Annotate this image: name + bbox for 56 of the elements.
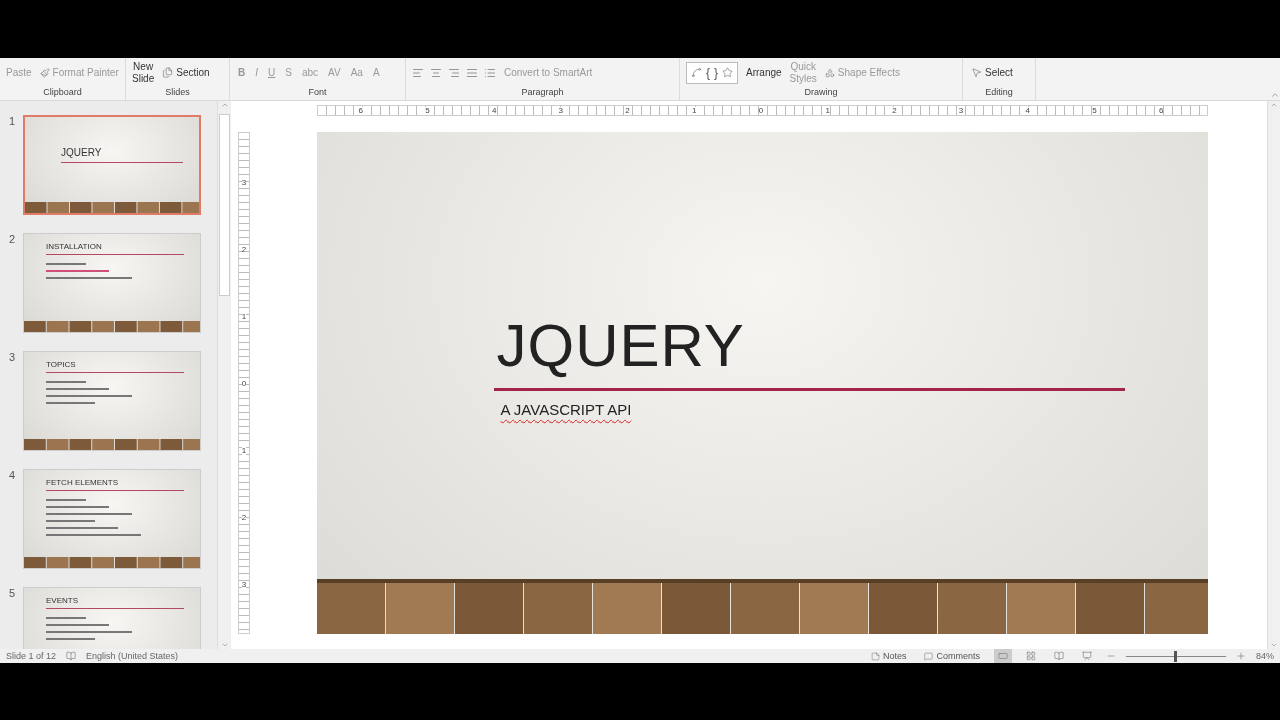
group-label: Clipboard: [42, 87, 83, 99]
group-label: Drawing: [803, 87, 839, 99]
group-label: Font: [307, 87, 328, 99]
zoom-level[interactable]: 84%: [1256, 651, 1274, 661]
slide-number: 2: [9, 233, 17, 247]
scrollbar-thumb[interactable]: [219, 114, 230, 296]
scroll-down-icon: [1270, 641, 1278, 649]
book-icon: [1054, 651, 1064, 661]
horizontal-ruler: 6 5 4 3 2 1 0 1 2 3 4 5 6: [316, 105, 1208, 116]
grid-icon: [1026, 651, 1036, 661]
shapes-gallery[interactable]: { }: [686, 61, 739, 84]
scroll-down-icon: [220, 641, 229, 649]
pointer-icon: [971, 67, 982, 78]
justify-icon: [466, 66, 478, 79]
slide-number: 1: [9, 115, 17, 129]
scroll-up-icon: [220, 101, 229, 109]
arrange-button[interactable]: Arrange: [744, 67, 784, 78]
list-icon: [484, 66, 496, 79]
zoom-in-icon: [1236, 651, 1246, 661]
align-left-icon: [412, 66, 424, 79]
new-slide-button[interactable]: New Slide: [132, 61, 155, 84]
normal-view-icon: [998, 651, 1008, 661]
slide-number: 5: [9, 587, 17, 601]
slide-number: 3: [9, 351, 17, 365]
align-right-icon: [448, 66, 460, 79]
presentation-icon: [1082, 651, 1092, 661]
scroll-up-icon: [1270, 101, 1278, 109]
star-icon: [722, 67, 734, 78]
slide-title[interactable]: JQUERY: [496, 316, 1208, 376]
vertical-ruler: 3 2 1 0 1 2 3: [238, 132, 250, 634]
slide-thumbnail[interactable]: FETCH ELEMENTS: [23, 469, 201, 569]
slide-thumbnail[interactable]: EVENTS: [23, 587, 201, 649]
section-icon: [162, 67, 174, 78]
curve-icon: [691, 67, 702, 78]
collapse-icon: [1270, 90, 1280, 100]
normal-view-button[interactable]: [994, 649, 1012, 663]
notes-icon: [870, 651, 880, 661]
select-button[interactable]: Select: [969, 67, 1015, 78]
group-label: Paragraph: [520, 87, 565, 99]
shape-icon: [824, 67, 835, 78]
language-label[interactable]: English (United States): [86, 651, 179, 661]
paintbrush-icon: [39, 67, 50, 78]
slide-count: Slide 1 of 12: [6, 651, 57, 661]
align-center-icon: [430, 66, 442, 79]
group-label: Editing: [984, 87, 1014, 99]
slide-thumbnail[interactable]: INSTALLATION: [23, 233, 201, 333]
slide-thumbnail[interactable]: JQUERY: [23, 115, 201, 215]
notes-button[interactable]: Notes: [866, 649, 911, 663]
group-label: Slides: [164, 87, 191, 99]
comment-icon: [924, 651, 934, 661]
section-button[interactable]: Section: [160, 67, 212, 78]
slide-subtitle[interactable]: A JAVASCRIPT API: [500, 401, 632, 418]
slide-thumbnail[interactable]: TOPICS: [23, 351, 201, 451]
comments-button[interactable]: Comments: [920, 649, 984, 663]
slide-number: 4: [9, 469, 17, 483]
spelling-icon: [66, 651, 77, 661]
